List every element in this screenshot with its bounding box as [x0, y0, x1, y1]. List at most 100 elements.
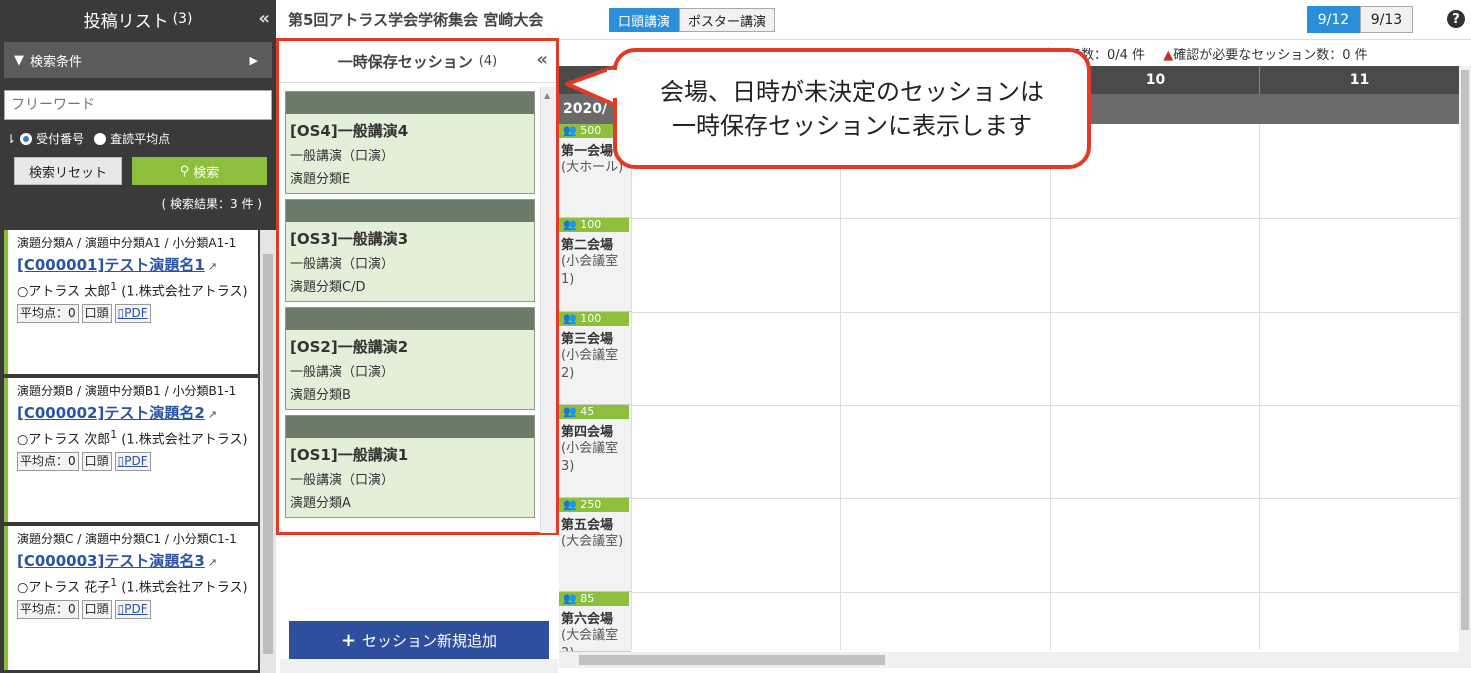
session-category: 演題分類B [290, 388, 351, 403]
search-conditions-label: 検索条件 [30, 54, 83, 70]
session-drag-handle[interactable] [286, 200, 534, 222]
sort-options: ⇂ 受付番号 査読平均点 [6, 130, 276, 147]
type-badge: 口頭 [81, 304, 112, 324]
score-badge: 平均点：0 [17, 304, 79, 324]
room-sub: (大会議室2) [561, 628, 619, 651]
room-sub: (小会議室1) [561, 254, 619, 287]
sidebar-count: (3) [172, 11, 193, 27]
temp-session-card[interactable]: [OS4]一般講演4 一般講演（口演） 演題分類E [285, 91, 535, 194]
pdf-link[interactable]: ▯PDF [114, 304, 151, 324]
grid-horizontal-scrollbar[interactable] [559, 652, 1471, 668]
room-4: 👥 45 第四会場 (小会議室3) [559, 405, 631, 498]
sort-opt-receipt-label: 受付番号 [36, 132, 85, 146]
room-sub: (大会議室) [561, 534, 624, 549]
callout-line-2: 一時保存セッションに表示します [672, 111, 1032, 140]
top-bar: 第5回アトラス学会学術集会 宮崎大会 口頭講演 ポスター講演 9/12 9/13… [276, 0, 1471, 40]
presentation-mode-tabs: 口頭講演 ポスター講演 [609, 8, 776, 32]
submission-sidebar: 投稿リスト (3) « ▼ 検索条件 ▶ ⇂ 受付番号 査読平均点 検索リセット… [0, 0, 276, 673]
room-name: 第三会場 [561, 332, 614, 347]
people-icon: 👥 [563, 312, 577, 325]
temporary-session-panel: 一時保存セッション (4) « [OS4]一般講演4 一般講演（口演） 演題分類… [276, 38, 559, 535]
help-icon[interactable]: ? [1447, 10, 1465, 28]
people-icon: 👥 [563, 124, 577, 137]
capacity-badge: 👥 100 [559, 312, 629, 326]
temp-session-card[interactable]: [OS2]一般講演2 一般講演（口演） 演題分類B [285, 307, 535, 410]
session-title: [OS4]一般講演4 [290, 122, 409, 140]
temp-session-card[interactable]: [OS1]一般講演1 一般講演（口演） 演題分類A [285, 415, 535, 518]
score-badge: 平均点：0 [17, 600, 79, 620]
temp-panel-horizontal-scrollbar[interactable] [280, 659, 558, 673]
submission-category: 演題分類A / 演題中分類A1 / 小分類A1-1 [17, 236, 237, 250]
external-link-icon[interactable]: ↗ [208, 556, 217, 569]
search-reset-button[interactable]: 検索リセット [14, 157, 122, 185]
sort-radio-review[interactable] [94, 132, 107, 145]
external-link-icon[interactable]: ↗ [208, 408, 217, 421]
temp-panel-count: (4) [478, 54, 498, 69]
temp-panel-scrollbar[interactable]: ▲ [540, 87, 556, 533]
session-type: 一般講演（口演） [290, 473, 395, 488]
scroll-up-icon: ▲ [544, 91, 551, 100]
tab-date-2[interactable]: 9/13 [1360, 6, 1413, 33]
conference-title: 第5回アトラス学会学術集会 宮崎大会 [288, 11, 544, 29]
grid-vertical-scrollbar[interactable] [1459, 66, 1471, 652]
search-conditions-toggle[interactable]: ▼ 検索条件 ▶ [4, 42, 272, 78]
session-type: 一般講演（口演） [290, 257, 395, 272]
submission-list: 演題分類A / 演題中分類A1 / 小分類A1-1 [C000001]テスト演題… [4, 230, 258, 673]
external-link-icon[interactable]: ↗ [208, 260, 217, 273]
submission-card[interactable]: 演題分類C / 演題中分類C1 / 小分類C1-1 [C000003]テスト演題… [4, 526, 258, 670]
type-badge: 口頭 [81, 600, 112, 620]
session-type: 一般講演（口演） [290, 365, 395, 380]
session-title: [OS1]一般講演1 [290, 446, 409, 464]
room-5: 👥 250 第五会場 (大会議室) [559, 498, 631, 592]
temp-panel-title: 一時保存セッション [337, 53, 473, 71]
submission-author: ○アトラス 太郎1 (1.株式会社アトラス) [17, 280, 248, 300]
add-session-label: セッション新規追加 [362, 631, 498, 650]
tab-poster[interactable]: ポスター講演 [679, 8, 776, 32]
submission-card[interactable]: 演題分類A / 演題中分類A1 / 小分類A1-1 [C000001]テスト演題… [4, 230, 258, 374]
submission-category: 演題分類C / 演題中分類C1 / 小分類C1-1 [17, 532, 237, 546]
callout-annotation: 会場、日時が未決定のセッションは 一時保存セッションに表示します [613, 48, 1091, 169]
submission-author: ○アトラス 花子1 (1.株式会社アトラス) [17, 576, 248, 596]
people-icon: 👥 [563, 405, 577, 418]
people-icon: 👥 [563, 498, 577, 511]
filter-icon: ▼ [14, 52, 24, 68]
session-category: 演題分類E [290, 172, 351, 187]
session-category: 演題分類C/D [290, 280, 366, 295]
submission-title-link[interactable]: [C000002]テスト演題名2 [17, 402, 205, 423]
session-drag-handle[interactable] [286, 416, 534, 438]
pdf-link[interactable]: ▯PDF [114, 452, 151, 472]
search-button[interactable]: ⚲ 検索 [132, 157, 267, 185]
sidebar-scrollbar[interactable] [260, 230, 276, 673]
submission-category: 演題分類B / 演題中分類B1 / 小分類B1-1 [17, 384, 237, 398]
temp-panel-header: 一時保存セッション (4) « [279, 41, 556, 83]
people-icon: 👥 [563, 592, 577, 605]
submission-title-link[interactable]: [C000003]テスト演題名3 [17, 550, 205, 571]
session-drag-handle[interactable] [286, 92, 534, 114]
room-sub: (小会議室2) [561, 348, 619, 381]
tab-date-1[interactable]: 9/12 [1307, 6, 1360, 33]
session-drag-handle[interactable] [286, 308, 534, 330]
hour-11: 11 [1259, 66, 1459, 94]
collapse-sidebar-icon[interactable]: « [258, 8, 270, 29]
date-tabs: 9/12 9/13 [1307, 6, 1413, 33]
temp-session-card[interactable]: [OS3]一般講演3 一般講演（口演） 演題分類C/D [285, 199, 535, 302]
warn-status: 確認が必要なセッション数：0 件 [1173, 48, 1368, 63]
callout-line-1: 会場、日時が未決定のセッションは [660, 77, 1044, 106]
capacity-badge: 👥 85 [559, 592, 629, 606]
room-name: 第二会場 [561, 238, 614, 253]
room-name: 第六会場 [561, 612, 614, 627]
freeword-input[interactable] [4, 90, 272, 120]
collapse-panel-icon[interactable]: « [536, 49, 548, 70]
temp-session-list: [OS4]一般講演4 一般講演（口演） 演題分類E [OS3]一般講演3 一般講… [285, 91, 535, 523]
pdf-link[interactable]: ▯PDF [114, 600, 151, 620]
tab-oral[interactable]: 口頭講演 [609, 8, 680, 32]
submission-title-link[interactable]: [C000001]テスト演題名1 [17, 254, 205, 275]
add-session-button[interactable]: + セッション新規追加 [289, 621, 549, 659]
room-name: 第五会場 [561, 518, 614, 533]
submission-author: ○アトラス 次郎1 (1.株式会社アトラス) [17, 428, 248, 448]
submission-card[interactable]: 演題分類B / 演題中分類B1 / 小分類B1-1 [C000002]テスト演題… [4, 378, 258, 522]
search-button-label: 検索 [193, 165, 220, 181]
room-3: 👥 100 第三会場 (小会議室2) [559, 312, 631, 405]
session-title: [OS2]一般講演2 [290, 338, 409, 356]
sort-radio-receipt[interactable] [20, 132, 33, 145]
